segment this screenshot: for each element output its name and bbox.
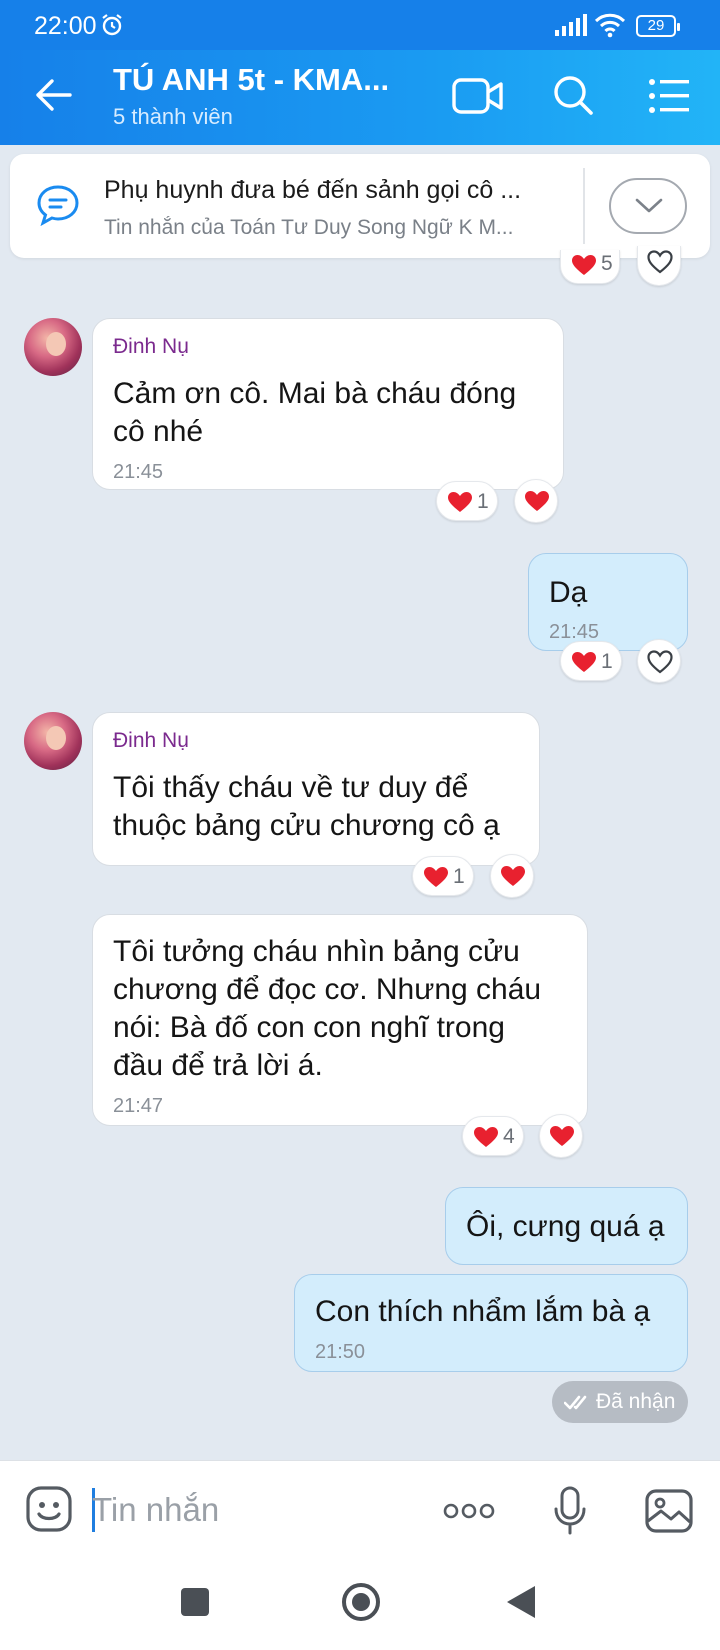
message-text: Tôi tưởng cháu nhìn bảng cửu chương để đ…	[113, 935, 542, 1082]
heart-react-button[interactable]	[539, 1114, 583, 1158]
message-time: 21:50	[315, 1341, 366, 1363]
reaction-count: 1	[601, 650, 613, 673]
message-input[interactable]	[92, 1483, 412, 1537]
reaction-summary[interactable]: 5	[560, 250, 620, 284]
message-input-bar	[0, 1460, 720, 1560]
incoming-message-bubble[interactable]: Tôi tưởng cháu nhìn bảng cửu chương để đ…	[92, 914, 588, 1126]
pinned-title: Phụ huynh đưa bé đến sảnh gọi cô ...	[104, 176, 522, 204]
system-navigation-bar	[0, 1560, 720, 1650]
reaction-count: 1	[453, 865, 465, 888]
reaction-summary[interactable]: 1	[436, 481, 498, 521]
reaction-summary[interactable]: 1	[412, 856, 474, 896]
delivered-label: Đã nhận	[596, 1390, 676, 1413]
member-count[interactable]: 5 thành viên	[113, 104, 233, 130]
emoji-sticker-icon[interactable]	[25, 1485, 73, 1538]
recent-apps-button[interactable]	[181, 1588, 209, 1616]
alarm-icon	[100, 13, 124, 42]
back-button[interactable]	[505, 1584, 537, 1625]
pinned-message-banner[interactable]: Phụ huynh đưa bé đến sảnh gọi cô ... Tin…	[10, 154, 710, 258]
sender-name: Đinh Nụ	[113, 729, 189, 752]
menu-list-icon[interactable]	[648, 78, 690, 119]
message-time: 21:45	[113, 461, 164, 483]
heart-icon	[571, 651, 597, 678]
pinned-subtitle: Tin nhắn của Toán Tư Duy Song Ngữ K M...	[104, 216, 514, 239]
outgoing-message-bubble[interactable]: Dạ 21:45	[528, 553, 688, 651]
avatar[interactable]	[24, 318, 82, 376]
back-arrow-icon[interactable]	[34, 78, 72, 117]
more-options-icon[interactable]	[443, 1503, 495, 1524]
expand-pinned-button[interactable]	[609, 178, 687, 234]
heart-icon	[423, 866, 449, 893]
incoming-message-bubble[interactable]: Đinh Nụ Cảm ơn cô. Mai bà cháu đóng cô n…	[92, 318, 564, 490]
chat-bubble-icon	[36, 184, 80, 231]
search-icon[interactable]	[552, 74, 594, 121]
chat-header: TÚ ANH 5t - KMA... 5 thành viên	[0, 50, 720, 145]
signal-icon	[555, 14, 587, 41]
message-text: Con thích nhẩm lắm bà ạ	[315, 1295, 651, 1328]
heart-icon	[473, 1126, 499, 1153]
microphone-icon[interactable]	[553, 1486, 587, 1541]
message-text: Dạ	[549, 576, 588, 609]
heart-react-button[interactable]	[514, 479, 558, 523]
like-button[interactable]	[637, 639, 681, 683]
outgoing-message-bubble[interactable]: Ôi, cưng quá ạ	[445, 1187, 688, 1265]
avatar[interactable]	[24, 712, 82, 770]
wifi-icon	[594, 12, 626, 43]
heart-react-button[interactable]	[490, 854, 534, 898]
status-time: 22:00	[34, 12, 97, 40]
delivered-status-badge: Đã nhận	[552, 1381, 688, 1423]
message-time: 21:47	[113, 1095, 164, 1117]
image-gallery-icon[interactable]	[645, 1489, 693, 1538]
home-button[interactable]	[340, 1581, 382, 1628]
video-call-icon[interactable]	[452, 76, 504, 121]
message-text: Tôi thấy cháu về tư duy để thuộc bảng cử…	[113, 771, 500, 842]
status-bar: 22:00 29	[0, 0, 720, 50]
like-button[interactable]	[637, 246, 681, 286]
message-text: Ôi, cưng quá ạ	[466, 1210, 665, 1243]
incoming-message-bubble[interactable]: Đinh Nụ Tôi thấy cháu về tư duy để thuộc…	[92, 712, 540, 866]
chat-title[interactable]: TÚ ANH 5t - KMA...	[113, 62, 389, 98]
heart-icon	[447, 491, 473, 518]
reaction-count: 5	[601, 252, 613, 275]
reaction-summary[interactable]: 1	[560, 641, 622, 681]
divider	[583, 168, 585, 244]
sender-name: Đinh Nụ	[113, 335, 189, 358]
double-check-icon	[564, 1395, 587, 1410]
outgoing-message-bubble[interactable]: Con thích nhẩm lắm bà ạ 21:50	[294, 1274, 688, 1372]
reaction-summary[interactable]: 4	[462, 1116, 524, 1156]
battery-indicator: 29	[636, 15, 680, 37]
reaction-count: 1	[477, 490, 489, 513]
reaction-count: 4	[503, 1125, 515, 1148]
message-text: Cảm ơn cô. Mai bà cháu đóng cô nhé	[113, 377, 517, 448]
heart-icon	[571, 254, 597, 281]
